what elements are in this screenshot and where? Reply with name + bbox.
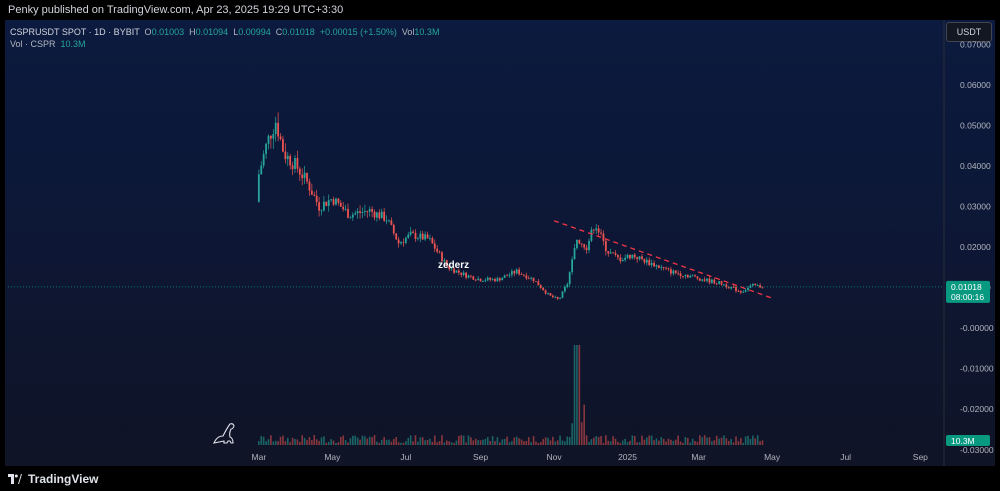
currency-button[interactable]: USDT (946, 22, 992, 42)
ohlc-line: CSPRUSDT SPOT · 1D · BYBIT O0.01003 H0.0… (10, 26, 439, 38)
open-label: O (144, 27, 152, 37)
chart-legend: CSPRUSDT SPOT · 1D · BYBIT O0.01003 H0.0… (10, 26, 439, 50)
chart-area[interactable] (5, 20, 995, 466)
volume-line: Vol · CSPR 10.3M (10, 38, 439, 50)
publish-header: Penky published on TradingView.com, Apr … (0, 0, 1000, 20)
high-value: 0.01094 (195, 27, 229, 37)
vol-label: Vol (401, 27, 415, 37)
vol-value: 10.3M (414, 27, 440, 37)
symbol-label[interactable]: CSPRUSDT SPOT · 1D · BYBIT (10, 27, 140, 37)
change-value: +0.00015 (+1.50%) (319, 27, 397, 37)
tradingview-brand[interactable]: TradingView (28, 472, 98, 486)
tradingview-logo-icon (8, 473, 22, 484)
vol-indicator-label[interactable]: Vol · CSPR (10, 39, 56, 49)
low-value: 0.00994 (238, 27, 271, 37)
publish-info: Penky published on TradingView.com, Apr … (8, 4, 344, 16)
open-value: 0.01003 (151, 27, 185, 37)
vol-indicator-value: 10.3M (60, 39, 86, 49)
close-value: 0.01018 (282, 27, 315, 37)
footer-bar: TradingView (0, 466, 1000, 491)
